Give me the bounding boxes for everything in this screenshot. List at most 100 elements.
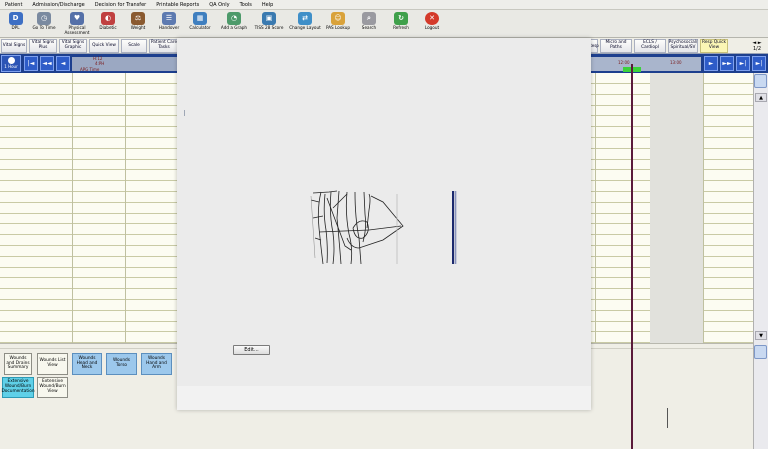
wound-diagram-bar: [452, 191, 455, 264]
tab-micro-paths[interactable]: Micro and Paths: [600, 39, 632, 53]
tab-patient-care-tasks[interactable]: Patient Care Tasks: [149, 39, 179, 53]
toolbar-label: PAS Lookup: [325, 25, 351, 30]
menu-transfer[interactable]: Decision for Transfer: [90, 2, 151, 8]
toolbar-label: DPL: [11, 25, 20, 30]
dialog-resize-mark: [184, 110, 185, 116]
grid-scrollbar[interactable]: ▲ ▼: [753, 73, 768, 343]
toolbar-label: Physical Assessment: [64, 25, 90, 35]
tab-vital-signs[interactable]: Vital Signs: [1, 39, 27, 53]
dialog-footer: [177, 386, 591, 410]
toolbar-label: Weight: [130, 25, 146, 30]
toolbar-person-button[interactable]: ☺ PAS Lookup: [323, 10, 353, 37]
toolbar-label: Search: [361, 25, 377, 30]
scroll-up-button[interactable]: ▲: [755, 93, 767, 102]
stethoscope-icon: ♥: [70, 12, 84, 25]
tab-vital-signs-graphic[interactable]: Vital Signs Graphic: [59, 39, 87, 53]
clock-icon: [7, 57, 15, 64]
panel-options-icon[interactable]: [754, 345, 767, 359]
clock-icon: ◷: [37, 12, 51, 25]
grid-options-icon[interactable]: [754, 74, 767, 88]
dpl-icon: D: [8, 12, 23, 25]
tab-pager[interactable]: ◄ ► 1/2: [748, 40, 766, 52]
panel-cursor-mark: [667, 408, 668, 428]
toolbar-label: Go To Time: [32, 25, 56, 30]
toolbar-graph-button[interactable]: ◔ Add a Graph: [217, 10, 251, 37]
menu-patient[interactable]: Patient: [0, 2, 27, 8]
diabetic-icon: ◐: [101, 12, 115, 25]
menu-qa-only[interactable]: QA Only: [204, 2, 234, 8]
grid-column-line: [125, 73, 126, 343]
toolbar-label: Logout: [424, 25, 440, 30]
toolbar-tiss-button[interactable]: ▣ TISS 28 Score: [251, 10, 287, 37]
wounds-torso-button[interactable]: Wounds Torso: [106, 353, 137, 375]
toolbar-logout-button[interactable]: ✕ Logout: [417, 10, 447, 37]
layout-icon: ⇄: [298, 12, 312, 25]
toolbar-label: Handover: [158, 25, 180, 30]
toolbar-label: Change Layout: [289, 25, 321, 30]
clock-button[interactable]: 1 Hour: [1, 55, 21, 72]
logout-icon: ✕: [425, 12, 439, 25]
toolbar-handover-button[interactable]: ☰ Handover: [155, 10, 183, 37]
toolbar-label: Calculator: [189, 25, 211, 30]
tab-ecls[interactable]: ECLS / Cardiopl: [634, 39, 666, 53]
toolbar-dpl-button[interactable]: D DPL: [2, 10, 29, 37]
toolbar-diabetic-button[interactable]: ◐ Diabetic: [95, 10, 121, 37]
menu-tools[interactable]: Tools: [235, 2, 257, 8]
time-label-5: 13:00: [670, 60, 682, 65]
tiss-icon: ▣: [262, 12, 276, 25]
toolbar-label: Add a Graph: [220, 25, 248, 30]
toolbar-clock-button[interactable]: ◷ Go To Time: [29, 10, 59, 37]
fast-forward-button[interactable]: ►►: [720, 56, 734, 71]
grid-column-line: [72, 73, 73, 343]
toolbar-label: Refresh: [393, 25, 409, 30]
time-label-2: 4:PH: [95, 61, 105, 66]
pager-page: 1/2: [752, 46, 762, 52]
first-page-button[interactable]: |◄: [24, 56, 38, 71]
toolbar-weight-button[interactable]: ⚖ Weight: [121, 10, 155, 37]
menu-printable-reports[interactable]: Printable Reports: [151, 2, 204, 8]
toolbar-stethoscope-button[interactable]: ♥ Physical Assessment: [59, 10, 95, 37]
menu-bar: Patient Admission/Discharge Decision for…: [0, 0, 768, 10]
toolbar-calculator-button[interactable]: ▦ Calculator: [183, 10, 217, 37]
fast-back-button[interactable]: ◄◄: [40, 56, 54, 71]
toolbar-label: Diabetic: [99, 25, 117, 30]
tab-resp-partial[interactable]: Resp: [589, 39, 599, 53]
handover-icon: ☰: [162, 12, 176, 25]
wounds-head-neck-button[interactable]: Wounds Head and Neck: [72, 353, 102, 375]
extensive-wound-documentation-button[interactable]: Extensive Wound/Burn Documentation: [1, 377, 35, 398]
refresh-icon: ↻: [394, 12, 408, 25]
time-label-3: APG Time: [80, 67, 100, 72]
wound-body-diagram: [310, 190, 457, 265]
edit-button[interactable]: Edit...: [233, 345, 270, 355]
toolbar-search-button[interactable]: ⌕ Search: [353, 10, 385, 37]
menu-help[interactable]: Help: [257, 2, 278, 8]
end-button[interactable]: ►|: [752, 56, 766, 71]
toolbar-label: TISS 28 Score: [254, 25, 284, 30]
tab-vital-signs-plus[interactable]: Vital Signs Plus: [29, 39, 57, 53]
calculator-icon: ▦: [193, 12, 207, 25]
tab-psychosocial[interactable]: Psychosocial/ Spiritual/SV: [668, 39, 698, 53]
search-icon: ⌕: [362, 12, 376, 25]
wounds-hand-arm-button[interactable]: Wounds Hand and Arm: [141, 353, 172, 375]
forward-button[interactable]: ►: [704, 56, 718, 71]
grid-column-line: [595, 73, 596, 343]
tab-resp-quick-view[interactable]: Resp Quick View: [700, 39, 728, 53]
tab-scale[interactable]: Scale: [121, 39, 147, 53]
wound-diagram-dialog: Edit...: [177, 38, 591, 410]
tab-quick-view[interactable]: Quick View: [89, 39, 119, 53]
menu-admission[interactable]: Admission/Discharge: [27, 2, 89, 8]
graph-icon: ◔: [227, 12, 241, 25]
wounds-drains-summary-button[interactable]: Wounds and Drains Summary: [4, 353, 32, 375]
toolbar: D DPL ◷ Go To Time ♥ Physical Assessment ◐ Diab…: [0, 10, 768, 38]
grid-column-line: [703, 73, 704, 343]
toolbar-layout-button[interactable]: ⇄ Change Layout: [287, 10, 323, 37]
scroll-down-button[interactable]: ▼: [755, 331, 767, 340]
time-strip-right: [591, 57, 701, 71]
clock-label: 1 Hour: [4, 64, 18, 69]
toolbar-refresh-button[interactable]: ↻ Refresh: [385, 10, 417, 37]
extensive-wound-view-button[interactable]: Extensive Wound/Burn View: [37, 377, 68, 398]
wounds-list-view-button[interactable]: Wounds List View: [37, 353, 68, 375]
back-button[interactable]: ◄: [56, 56, 70, 71]
person-icon: ☺: [331, 12, 345, 25]
last-page-button[interactable]: ►|: [736, 56, 750, 71]
